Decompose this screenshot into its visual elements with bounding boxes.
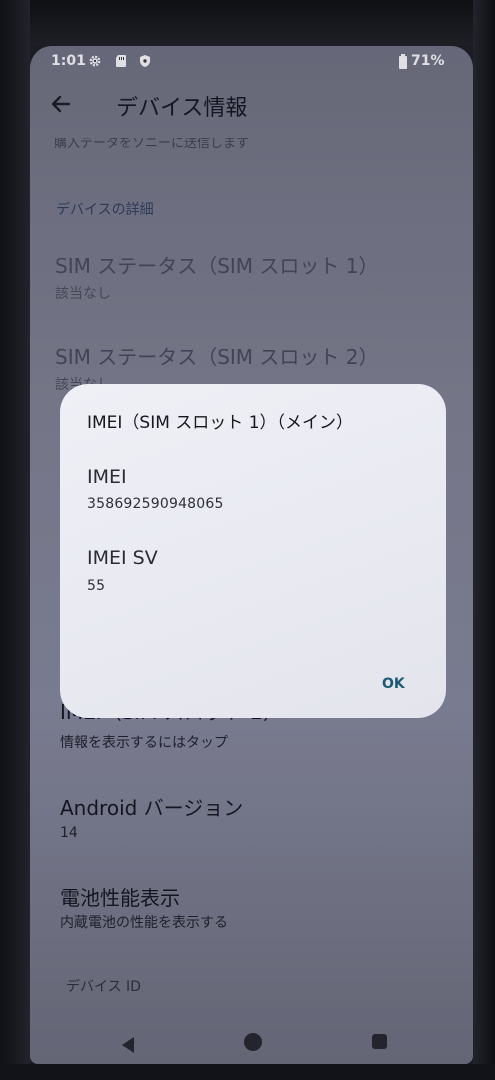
phone-screen: 1:01 71% デバイス情報 購入データをソニーに送信します デバイスの詳細 — [30, 46, 473, 1064]
imei-dialog: IMEI（SIM スロット 1）（メイン） IMEI 3586925909480… — [60, 384, 446, 718]
imei-value: 358692590948065 — [87, 496, 224, 512]
dialog-title: IMEI（SIM スロット 1）（メイン） — [87, 413, 354, 433]
ok-button[interactable]: OK — [376, 674, 411, 694]
phone-bezel-right — [473, 0, 495, 1080]
navigation-bar — [30, 1026, 473, 1064]
nav-home-circle-icon[interactable] — [244, 1033, 262, 1051]
imei-label: IMEI — [87, 466, 127, 488]
imei-sv-label: IMEI SV — [87, 547, 158, 569]
nav-recents-square-icon[interactable] — [372, 1034, 387, 1049]
imei-sv-value: 55 — [87, 578, 106, 594]
phone-bezel-bottom — [0, 1064, 495, 1080]
phone-bezel-left — [0, 0, 30, 1080]
phone-bezel-top — [0, 0, 495, 46]
nav-back-triangle-icon[interactable] — [120, 1036, 136, 1054]
